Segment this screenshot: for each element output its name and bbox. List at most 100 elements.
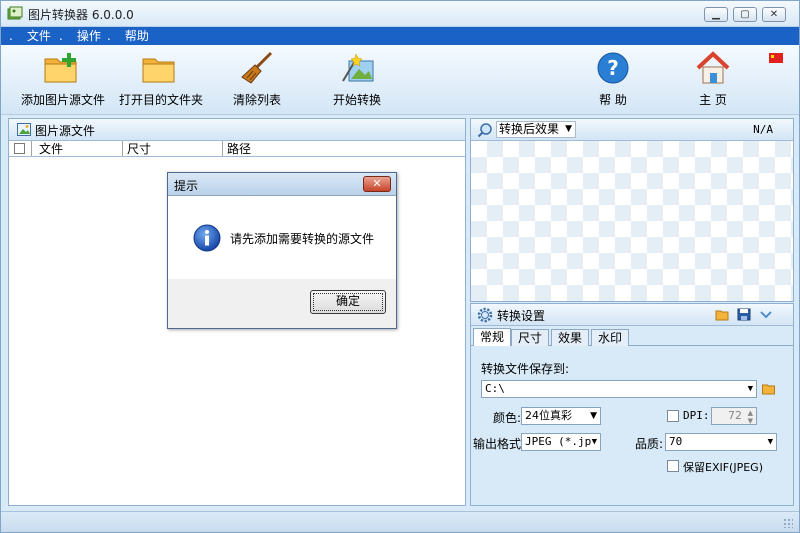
settings-title: 转换设置 <box>497 309 546 323</box>
spinner-arrows-icon: ▲ ▼ <box>747 409 753 425</box>
maximize-button[interactable]: ▢ <box>733 7 757 22</box>
add-folder-icon <box>43 51 79 85</box>
menu-label: 操作 <box>76 29 101 43</box>
ok-button[interactable]: 确定 <box>310 290 386 314</box>
clear-list-label: 清除列表 <box>232 93 281 107</box>
save-path-value: C:\ <box>485 382 505 395</box>
dropdown-arrow-icon: ▼ <box>590 411 597 421</box>
dpi-value: 72 <box>728 409 742 422</box>
menu-bullet: . <box>107 29 111 43</box>
preview-mode-select[interactable]: 转换后效果 ▼ <box>496 121 576 138</box>
add-source-label: 添加图片源文件 <box>21 93 106 107</box>
menu-operate[interactable]: . 操作 <box>59 28 101 44</box>
dropdown-arrow-icon: ▼ <box>590 434 597 450</box>
menu-label: 文件 <box>26 29 51 43</box>
settings-tabs: 常规 尺寸 效果 水印 <box>471 328 793 347</box>
dropdown-arrow-icon: ▼ <box>565 124 572 134</box>
preview-size-readout: N/A <box>753 123 773 136</box>
dialog-title-bar[interactable]: 提示 ✕ <box>168 173 396 196</box>
color-value: 24位真彩 <box>525 409 572 422</box>
tab-watermark[interactable]: 水印 <box>591 329 629 346</box>
resize-grip-icon[interactable] <box>783 518 793 528</box>
output-format-value: JPEG (*.jpg <box>525 435 598 448</box>
column-file[interactable]: 文件 <box>39 142 63 156</box>
maximize-icon: ▢ <box>740 8 750 20</box>
magnifier-icon <box>477 123 492 138</box>
image-icon <box>17 123 31 136</box>
dpi-checkbox[interactable] <box>667 410 679 422</box>
output-format-label: 输出格式: <box>473 437 526 451</box>
collapse-chevron-icon[interactable] <box>759 308 773 321</box>
menu-file[interactable]: . 文件 <box>9 28 51 44</box>
clear-list-button[interactable]: 清除列表 <box>231 51 283 108</box>
title-bar[interactable]: 图片转换器 6.0.0.0 ▁ ▢ ✕ <box>1 1 799 27</box>
close-button[interactable]: ✕ <box>762 7 786 22</box>
add-source-button[interactable]: 添加图片源文件 <box>21 51 106 108</box>
open-target-folder-button[interactable]: 打开目的文件夹 <box>119 51 203 108</box>
folder-icon <box>141 51 177 85</box>
tab-size[interactable]: 尺寸 <box>511 329 549 346</box>
home-icon <box>695 51 731 85</box>
source-files-header: 图片源文件 <box>9 119 465 141</box>
column-divider[interactable] <box>222 141 223 156</box>
quality-select[interactable]: 70 ▼ <box>665 433 777 451</box>
window-title: 图片转换器 6.0.0.0 <box>28 8 134 22</box>
settings-header: 转换设置 <box>471 304 793 326</box>
minimize-button[interactable]: ▁ <box>704 7 728 22</box>
start-convert-label: 开始转换 <box>332 93 381 107</box>
language-flag-icon[interactable] <box>769 53 783 63</box>
menu-bar: . 文件 . 操作 . 帮助 <box>1 27 799 45</box>
column-divider[interactable] <box>31 141 32 156</box>
save-path-combo[interactable]: C:\ ▼ <box>481 380 757 398</box>
menu-bullet: . <box>9 29 13 43</box>
open-preset-folder-icon[interactable] <box>715 308 729 321</box>
column-size[interactable]: 尺寸 <box>127 142 151 156</box>
svg-text:?: ? <box>607 56 619 80</box>
start-convert-button[interactable]: 开始转换 <box>331 51 383 108</box>
info-icon <box>193 224 221 252</box>
dialog-title: 提示 <box>174 179 199 193</box>
menu-label: 帮助 <box>124 29 149 43</box>
tab-general[interactable]: 常规 <box>473 328 511 347</box>
close-icon: ✕ <box>372 177 382 190</box>
toolbar: 添加图片源文件 打开目的文件夹 清除列表 开始转换 ? 帮 助 主 页 <box>1 45 799 115</box>
tab-effects[interactable]: 效果 <box>551 329 589 346</box>
file-list-header: 文件 尺寸 路径 <box>9 141 465 157</box>
gear-icon <box>477 307 493 323</box>
quality-value: 70 <box>669 435 683 448</box>
preview-mode-value: 转换后效果 <box>499 122 560 136</box>
status-bar <box>1 511 799 532</box>
save-to-label: 转换文件保存到: <box>481 362 570 376</box>
browse-folder-icon[interactable] <box>761 382 776 395</box>
output-format-select[interactable]: JPEG (*.jpg ▼ <box>521 433 601 451</box>
color-label: 颜色: <box>493 411 522 425</box>
home-label: 主 页 <box>699 93 727 107</box>
preview-canvas <box>471 141 793 301</box>
column-divider[interactable] <box>122 141 123 156</box>
keep-exif-checkbox[interactable] <box>667 460 679 472</box>
general-tab-content: 转换文件保存到: C:\ ▼ 颜色: 24位真彩 ▼ DPI: 72 ▲ ▼ 输出… <box>471 346 793 505</box>
prompt-dialog: 提示 ✕ 请先添加需要转换的源文件 确定 <box>167 172 397 329</box>
preview-header: 转换后效果 ▼ N/A <box>471 119 793 141</box>
dropdown-arrow-icon: ▼ <box>767 437 773 447</box>
magic-wand-icon <box>339 51 375 85</box>
select-all-checkbox[interactable] <box>14 143 25 154</box>
menu-help[interactable]: . 帮助 <box>107 28 149 44</box>
broom-icon <box>239 51 275 85</box>
source-files-title: 图片源文件 <box>35 124 96 138</box>
dpi-spinner[interactable]: 72 ▲ ▼ <box>711 407 757 425</box>
column-path[interactable]: 路径 <box>227 142 251 156</box>
dpi-label: DPI: <box>683 409 710 422</box>
color-select[interactable]: 24位真彩 ▼ <box>521 407 601 425</box>
conversion-settings-panel: 转换设置 常规 尺寸 效果 水印 转换文件保存到: C:\ ▼ 颜色: 24位真… <box>470 303 794 506</box>
save-preset-icon[interactable] <box>737 308 751 321</box>
menu-bullet: . <box>59 29 63 43</box>
app-icon <box>7 6 23 20</box>
main-window: 图片转换器 6.0.0.0 ▁ ▢ ✕ . 文件 . 操作 . 帮助 添加图片源… <box>0 0 800 533</box>
home-button[interactable]: 主 页 <box>691 51 735 108</box>
dialog-close-button[interactable]: ✕ <box>363 176 391 192</box>
help-button[interactable]: ? 帮 助 <box>593 51 633 108</box>
preview-panel: 转换后效果 ▼ N/A <box>470 118 794 302</box>
dialog-body: 请先添加需要转换的源文件 <box>168 196 396 279</box>
close-icon: ✕ <box>769 8 779 20</box>
